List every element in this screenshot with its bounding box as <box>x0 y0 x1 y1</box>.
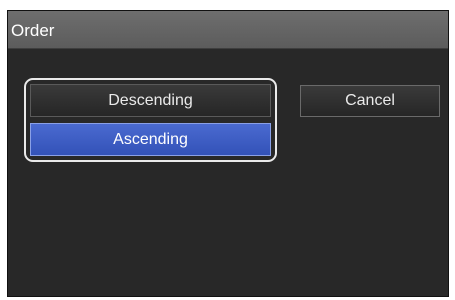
title-bar: Order <box>8 11 448 49</box>
dialog-title: Order <box>11 21 55 40</box>
option-descending[interactable]: Descending <box>30 84 271 117</box>
cancel-button[interactable]: Cancel <box>300 85 440 117</box>
option-ascending[interactable]: Ascending <box>30 123 271 156</box>
order-dialog: Order Descending Ascending Cancel <box>7 10 449 297</box>
